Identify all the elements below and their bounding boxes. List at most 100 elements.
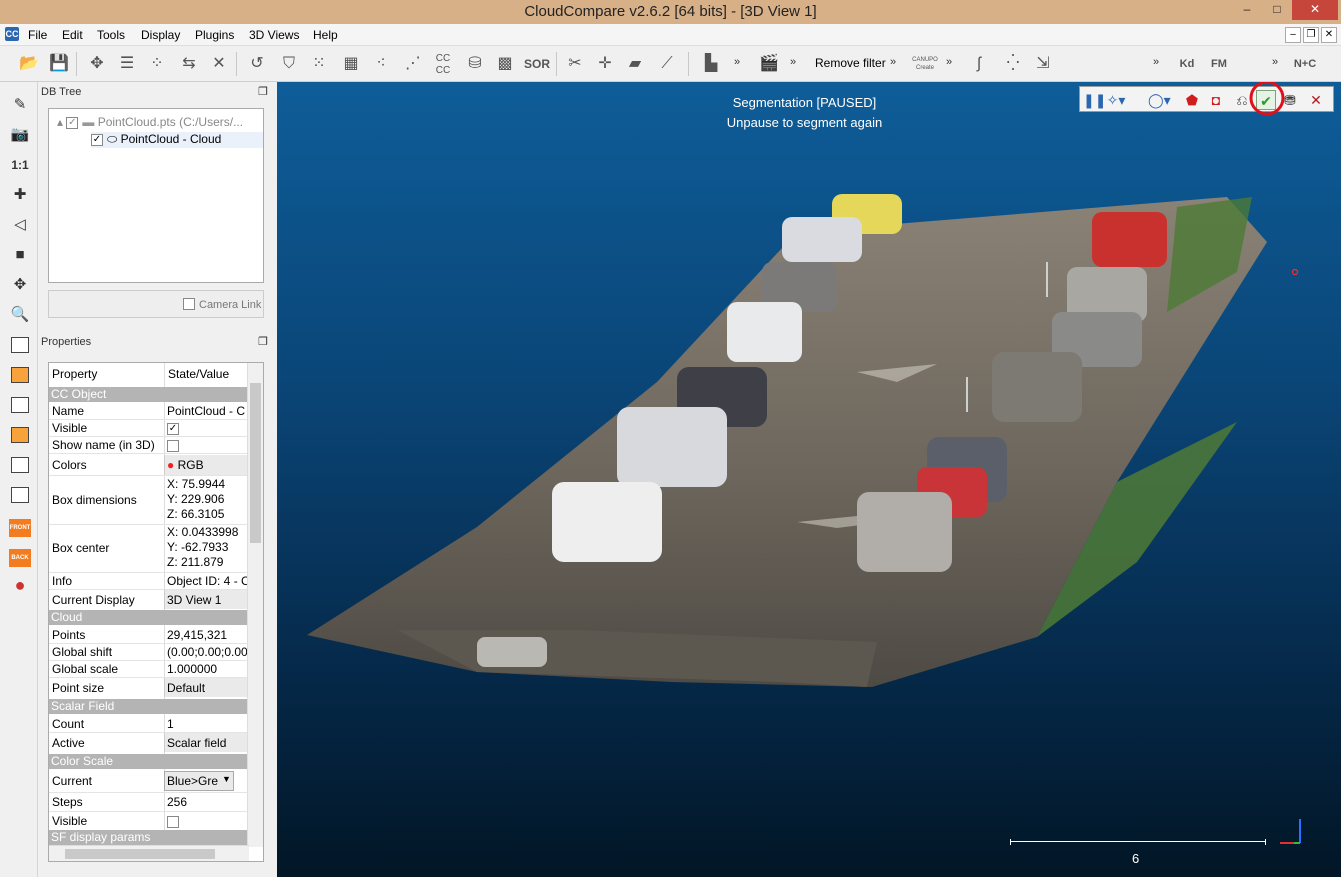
cloud-icon: ⬭ [107,132,121,146]
menu-3d-views[interactable]: 3D Views [249,28,299,42]
cross-section-icon[interactable]: ⟋ [654,51,680,77]
toolbar-more-3[interactable]: » [890,56,896,68]
tree-item-cloud[interactable]: ✓ ⬭ PointCloud - Cloud [91,132,263,148]
iso-front-icon[interactable]: FRONT [7,512,33,538]
view-left-icon[interactable] [7,392,33,418]
checkbox-icon[interactable]: ✓ [91,133,103,146]
camera-icon[interactable]: 📷 [7,122,33,148]
menu-plugins[interactable]: Plugins [195,28,234,42]
checkbox-icon[interactable]: ✓ [66,116,79,129]
section-cloud: Cloud [49,610,247,625]
view-bottom-icon[interactable] [7,452,33,478]
folder-icon: ▬ [82,115,98,129]
menu-edit[interactable]: Edit [62,28,83,42]
dropdown-arrow-icon[interactable]: ▼ [222,774,231,784]
remove-filter-button[interactable]: Remove filter [815,56,886,70]
register-icon[interactable]: ↺ [244,51,270,77]
view-top-icon[interactable] [7,332,33,358]
noise-filter-icon[interactable]: ⁙ [306,51,332,77]
properties-vscrollbar[interactable] [247,363,263,847]
segmentation-hint: Unpause to segment again [726,115,883,130]
pivot-marker [1291,268,1299,276]
maximize-button[interactable]: □ [1262,0,1292,20]
cc-icon[interactable]: CC CC [430,51,456,77]
menu-tools[interactable]: Tools [97,28,125,42]
sample-points-icon[interactable]: ⁘ [144,51,170,77]
toolbar-more-6[interactable]: » [1272,56,1278,68]
toolbar-more-4[interactable]: » [946,56,952,68]
properties-header: Properties ❐ [41,335,268,348]
tree-item-file[interactable]: ▴ ✓ ▬ PointCloud.pts (C:/Users/... [57,115,243,131]
shield-icon[interactable]: ⛉ [276,51,302,77]
segment-out-icon[interactable]: ◘ [1206,90,1226,110]
merge-icon[interactable]: ⇆ [176,51,202,77]
menu-display[interactable]: Display [141,28,180,42]
zoom-icon[interactable]: 🔍 [7,302,33,328]
properties-hscrollbar[interactable] [49,845,249,861]
fm-icon[interactable]: FM [1206,51,1232,77]
mdi-minimize-button[interactable]: – [1285,27,1301,43]
pick-icon[interactable]: ✂ [562,51,588,77]
view-right-icon[interactable] [7,422,33,448]
move-icon[interactable]: ✛ [592,51,618,77]
lasso-icon[interactable]: ◯▾ [1148,90,1171,110]
pan-icon[interactable]: ✥ [7,272,33,298]
app-icon[interactable]: CC [5,27,19,41]
menu-file[interactable]: File [28,28,47,42]
float-icon[interactable]: ❐ [258,335,268,348]
pencil-icon[interactable]: ✎ [7,92,33,118]
float-icon[interactable]: ❐ [258,85,268,98]
normals-icon[interactable]: ⋰ [400,51,426,77]
view-back-icon[interactable] [7,482,33,508]
translate-rotate-icon[interactable]: ✥ [84,51,110,77]
3d-view[interactable]: Segmentation [PAUSED] Unpause to segment… [277,82,1341,877]
properties-list-icon[interactable]: ☰ [114,51,140,77]
checker-icon[interactable]: ▩ [492,51,518,77]
axis-trihedron-icon [1280,819,1301,844]
kd-icon[interactable]: Kd [1174,51,1200,77]
scale-label: 6 [1132,851,1140,866]
lighting-icon[interactable]: ■ [7,242,33,268]
histogram-icon[interactable]: ▙ [698,51,724,77]
toolbar-more-1[interactable]: » [734,56,740,68]
toolbar-more-5[interactable]: » [1153,56,1159,68]
visible-checkbox[interactable]: ✓ [167,422,179,435]
sor-icon[interactable]: SOR [524,51,550,77]
one-to-one-icon[interactable]: 1:1 [7,152,33,178]
plugin-icon[interactable]: ⛁ [462,51,488,77]
delete-icon[interactable]: ✕ [206,51,232,77]
show-name-checkbox[interactable] [167,439,179,452]
section-color-scale: Color Scale [49,754,247,769]
close-button[interactable]: ✕ [1292,0,1338,20]
save-icon[interactable]: 💾 [46,51,72,77]
canupo-icon[interactable]: CANUPO Create [912,51,938,77]
camera-link-checkbox[interactable] [183,298,195,310]
cancel-icon[interactable]: ✕ [1306,90,1326,110]
toolbar-more-2[interactable]: » [790,56,796,68]
nc-icon[interactable]: N+C [1292,51,1318,77]
mesh-icon[interactable]: ▦ [338,51,364,77]
iso-back-icon[interactable]: BACK [7,542,33,568]
menu-bar: CC File Edit Tools Display Plugins 3D Vi… [0,24,1341,46]
perspective-icon[interactable]: ◁ [7,212,33,238]
segment-in-icon[interactable]: ⬟ [1182,90,1202,110]
view-front-icon[interactable] [7,362,33,388]
point-cloud-render[interactable] [277,82,1341,877]
menu-help[interactable]: Help [313,28,338,42]
prop-box-center: Box center X: 0.0433998 Y: -62.7933 Z: 2… [52,525,239,569]
minimize-button[interactable]: – [1232,0,1262,20]
mdi-restore-button[interactable]: ❐ [1303,27,1319,43]
subsample-icon[interactable]: ⁖ [368,51,394,77]
export-icon[interactable]: ⇲ [1030,51,1056,77]
polyline-select-icon[interactable]: ✧▾ [1106,90,1126,110]
pause-icon[interactable]: ❚❚ [1083,90,1106,110]
open-icon[interactable]: 📂 [16,51,42,77]
mdi-close-button[interactable]: ✕ [1321,27,1337,43]
cs-visible-checkbox[interactable] [167,815,179,828]
points-icon[interactable]: ⁛ [1000,51,1026,77]
film-icon[interactable]: 🎬 [756,51,782,77]
crosshair-icon[interactable]: ✚ [7,182,33,208]
curve-icon[interactable]: ʃ [966,51,992,77]
plane-icon[interactable]: ▰ [622,51,648,77]
stereo-icon[interactable]: ● [7,572,33,598]
